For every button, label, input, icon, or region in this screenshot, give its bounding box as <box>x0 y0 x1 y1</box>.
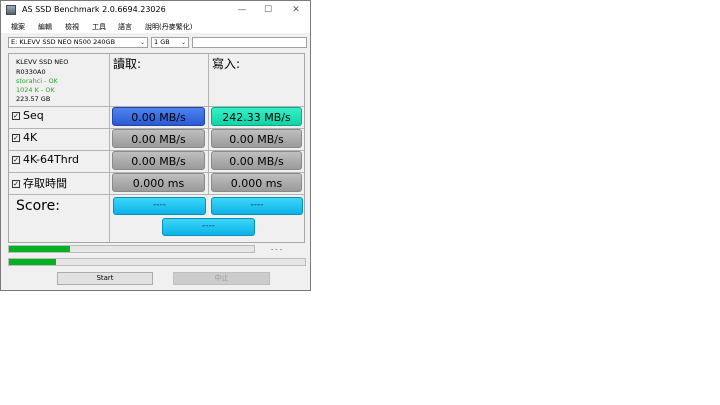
progress-fill-total <box>9 259 57 265</box>
read-column-header: 讀取: <box>113 57 142 71</box>
drive-select[interactable]: E: KLEVV SSD NEO N500 240GB ⌄ <box>8 37 148 48</box>
progress-bar-main <box>8 245 255 253</box>
maximize-button[interactable]: ☐ <box>255 3 281 17</box>
write-score: ---- <box>211 197 303 215</box>
4k64-read-value: 0.00 MB/s <box>112 151 205 170</box>
total-score: ---- <box>162 218 255 236</box>
drive-select-value: E: KLEVV SSD NEO N500 240GB <box>11 38 116 46</box>
seq-read-value: 0.00 MB/s <box>112 107 205 126</box>
checkbox-icon[interactable]: ✓ <box>12 180 20 188</box>
results-grid: KLEVV SSD NEO R0330A0 storahci - OK 1024… <box>8 53 305 243</box>
read-score: ---- <box>113 197 206 215</box>
close-button[interactable]: ✕ <box>283 3 309 17</box>
menu-help[interactable]: 說明(丹麥繁化) <box>145 22 192 32</box>
menu-tools[interactable]: 工具 <box>92 22 106 32</box>
text-field[interactable] <box>192 37 307 48</box>
drive-firmware: R0330A0 <box>16 68 46 76</box>
checkbox-icon[interactable]: ✓ <box>12 134 20 142</box>
menu-language[interactable]: 語言 <box>118 22 132 32</box>
alignment-status: 1024 K - OK <box>16 86 55 94</box>
drive-model: KLEVV SSD NEO <box>16 58 69 66</box>
size-select[interactable]: 1 GB ⌄ <box>151 37 189 48</box>
grid-divider <box>208 54 209 194</box>
score-label: Score: <box>16 198 60 214</box>
chevron-down-icon: ⌄ <box>139 39 145 46</box>
row-access-time-label[interactable]: ✓ 存取時間 <box>12 175 67 191</box>
chevron-down-icon: ⌄ <box>180 39 186 46</box>
checkbox-icon[interactable]: ✓ <box>12 112 20 120</box>
progress-bar-total <box>8 258 306 266</box>
window-title: AS SSD Benchmark 2.0.6694.23026 <box>22 5 166 14</box>
write-column-header: 寫入: <box>212 57 241 71</box>
size-select-value: 1 GB <box>154 38 170 46</box>
menu-file[interactable]: 檔案 <box>11 22 25 32</box>
app-window: AS SSD Benchmark 2.0.6694.23026 — ☐ ✕ 檔案… <box>0 0 311 291</box>
menu-view[interactable]: 檢視 <box>65 22 79 32</box>
grid-divider <box>109 54 110 242</box>
menu-bar: 檔案 編輯 檢視 工具 語言 說明(丹麥繁化) <box>1 20 310 33</box>
start-button[interactable]: Start <box>57 272 153 285</box>
4k-write-value: 0.00 MB/s <box>211 129 302 148</box>
elapsed-time: - - - <box>271 245 283 253</box>
row-4k-label[interactable]: ✓ 4K <box>12 131 37 144</box>
grid-divider <box>9 194 304 195</box>
minimize-button[interactable]: — <box>229 3 255 17</box>
checkbox-icon[interactable]: ✓ <box>12 156 20 164</box>
title-bar: AS SSD Benchmark 2.0.6694.23026 — ☐ ✕ <box>1 1 310 20</box>
access-read-value: 0.000 ms <box>112 173 205 192</box>
menu-edit[interactable]: 編輯 <box>38 22 52 32</box>
access-write-value: 0.000 ms <box>211 173 302 192</box>
seq-write-value: 242.33 MB/s <box>211 107 302 126</box>
drive-capacity: 223.57 GB <box>16 95 51 103</box>
4k-read-value: 0.00 MB/s <box>112 129 205 148</box>
abort-button[interactable]: 中止 <box>173 272 270 285</box>
4k64-write-value: 0.00 MB/s <box>211 151 302 170</box>
app-icon <box>6 5 16 15</box>
progress-fill-main <box>9 246 71 252</box>
row-seq-label[interactable]: ✓ Seq <box>12 109 44 122</box>
driver-status: storahci - OK <box>16 77 58 85</box>
row-4k64-label[interactable]: ✓ 4K-64Thrd <box>12 153 79 166</box>
